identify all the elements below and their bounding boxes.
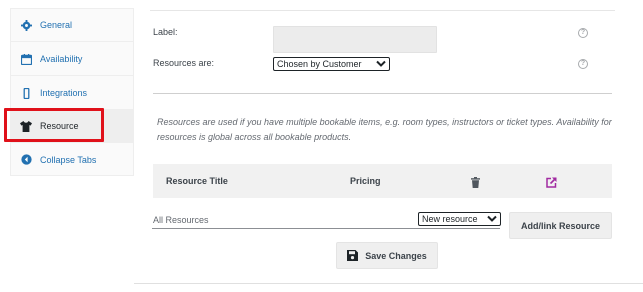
column-pricing: Pricing [350, 176, 381, 186]
resources-are-select[interactable]: Chosen by Customer [273, 57, 390, 71]
label-input[interactable] [273, 26, 437, 53]
product-data-tabs: General Availability Integrations Resour… [10, 8, 134, 176]
tab-integrations[interactable]: Integrations [11, 77, 133, 110]
chevron-down-icon [487, 215, 497, 223]
tab-integrations-label: Integrations [40, 88, 88, 98]
resources-description: Resources are used if you have multiple … [157, 117, 612, 142]
collapse-tabs-label: Collapse Tabs [40, 154, 97, 165]
floppy-disk-icon [347, 250, 359, 261]
label-help-icon[interactable]: ? [578, 28, 588, 38]
collapse-left-icon [20, 154, 32, 166]
resources-help-icon[interactable]: ? [578, 59, 588, 69]
tab-general-label: General [40, 20, 73, 30]
add-link-resource-label: Add/link Resource [520, 220, 601, 231]
save-changes-label: Save Changes [365, 250, 427, 261]
section-divider [153, 93, 612, 94]
gear-icon [20, 19, 32, 31]
resources-table-header: Resource Title Pricing [153, 164, 612, 198]
tab-general[interactable]: General [11, 9, 133, 42]
resources-are-label: Resources are: [153, 58, 215, 68]
mobile-icon [20, 87, 32, 99]
all-resources-underline [152, 228, 500, 229]
shirt-icon [20, 120, 32, 132]
label-field-label: Label: [153, 27, 178, 37]
trash-icon [471, 175, 482, 188]
save-changes-button[interactable]: Save Changes [336, 242, 438, 269]
new-resource-selected: New resource [422, 214, 478, 224]
resources-are-selected: Chosen by Customer [277, 59, 362, 69]
tab-availability-label: Availability [40, 54, 83, 64]
calendar-icon [20, 53, 32, 65]
add-link-resource-button[interactable]: Add/link Resource [509, 212, 612, 239]
collapse-tabs-button[interactable]: Collapse Tabs [11, 143, 133, 176]
external-link-icon [546, 175, 557, 188]
all-resources-label: All Resources [153, 215, 209, 225]
chevron-down-icon [376, 60, 386, 68]
tab-resource-label: Resource [40, 121, 79, 131]
tab-resource[interactable]: Resource [11, 110, 133, 143]
bottom-divider [134, 283, 643, 284]
new-resource-select[interactable]: New resource [418, 212, 501, 226]
tab-availability[interactable]: Availability [11, 43, 133, 76]
top-divider [150, 10, 615, 11]
column-resource-title: Resource Title [166, 176, 228, 186]
